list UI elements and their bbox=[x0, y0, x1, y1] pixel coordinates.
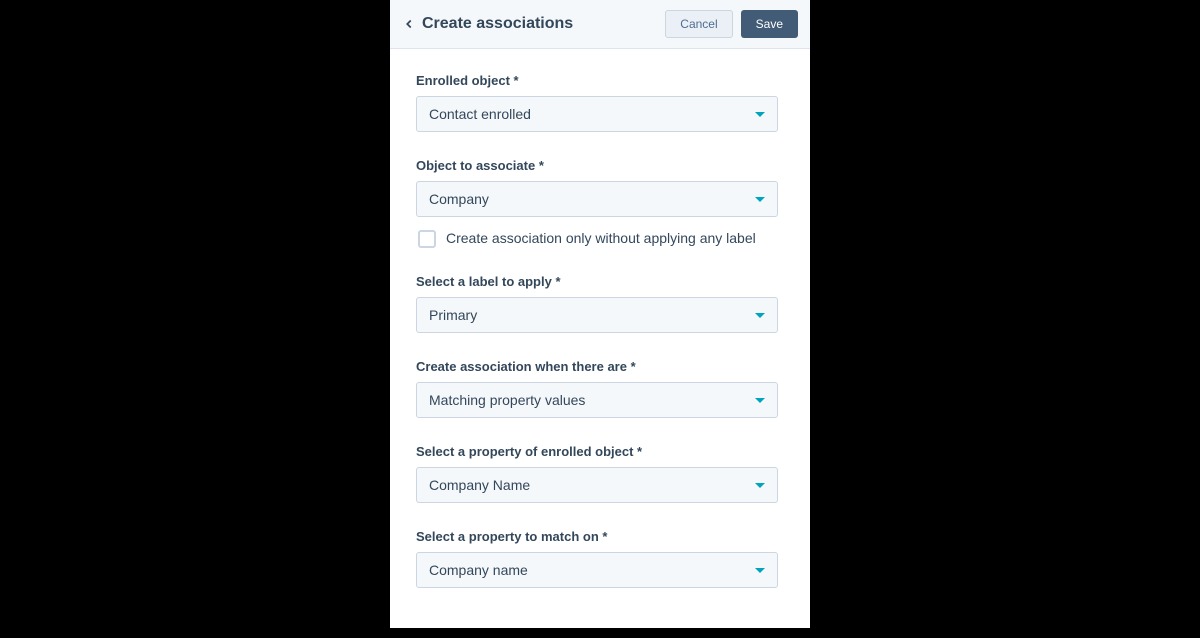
object-to-associate-select[interactable]: Company bbox=[416, 181, 778, 217]
property-match-value: Company name bbox=[429, 562, 528, 578]
checkbox-row: Create association only without applying… bbox=[416, 229, 778, 248]
panel-body: Enrolled object * Contact enrolled Objec… bbox=[390, 49, 810, 638]
without-label-checkbox[interactable] bbox=[418, 230, 436, 248]
field-property-enrolled: Select a property of enrolled object * C… bbox=[416, 444, 778, 503]
create-when-value: Matching property values bbox=[429, 392, 585, 408]
enrolled-object-select[interactable]: Contact enrolled bbox=[416, 96, 778, 132]
label-to-apply-value: Primary bbox=[429, 307, 477, 323]
label-to-apply-select[interactable]: Primary bbox=[416, 297, 778, 333]
header-left: Create associations bbox=[402, 15, 573, 33]
object-to-associate-value: Company bbox=[429, 191, 489, 207]
property-enrolled-label: Select a property of enrolled object * bbox=[416, 444, 778, 459]
field-property-match: Select a property to match on * Company … bbox=[416, 529, 778, 588]
chevron-down-icon bbox=[755, 112, 765, 117]
header-actions: Cancel Save bbox=[665, 10, 798, 38]
property-match-label: Select a property to match on * bbox=[416, 529, 778, 544]
create-when-select[interactable]: Matching property values bbox=[416, 382, 778, 418]
without-label-checkbox-label: Create association only without applying… bbox=[446, 229, 756, 248]
chevron-down-icon bbox=[755, 398, 765, 403]
field-label-to-apply: Select a label to apply * Primary bbox=[416, 274, 778, 333]
field-enrolled-object: Enrolled object * Contact enrolled bbox=[416, 73, 778, 132]
enrolled-object-label: Enrolled object * bbox=[416, 73, 778, 88]
property-enrolled-select[interactable]: Company Name bbox=[416, 467, 778, 503]
label-to-apply-label: Select a label to apply * bbox=[416, 274, 778, 289]
save-button[interactable]: Save bbox=[741, 10, 798, 38]
field-object-to-associate: Object to associate * Company Create ass… bbox=[416, 158, 778, 248]
back-icon[interactable] bbox=[402, 17, 416, 31]
panel-header: Create associations Cancel Save bbox=[390, 0, 810, 49]
create-when-label: Create association when there are * bbox=[416, 359, 778, 374]
property-match-select[interactable]: Company name bbox=[416, 552, 778, 588]
chevron-down-icon bbox=[755, 313, 765, 318]
chevron-down-icon bbox=[755, 568, 765, 573]
chevron-down-icon bbox=[755, 197, 765, 202]
enrolled-object-value: Contact enrolled bbox=[429, 106, 531, 122]
create-associations-panel: Create associations Cancel Save Enrolled… bbox=[390, 0, 810, 628]
object-to-associate-label: Object to associate * bbox=[416, 158, 778, 173]
cancel-button[interactable]: Cancel bbox=[665, 10, 732, 38]
chevron-down-icon bbox=[755, 483, 765, 488]
property-enrolled-value: Company Name bbox=[429, 477, 530, 493]
panel-title: Create associations bbox=[422, 15, 573, 33]
field-create-when: Create association when there are * Matc… bbox=[416, 359, 778, 418]
